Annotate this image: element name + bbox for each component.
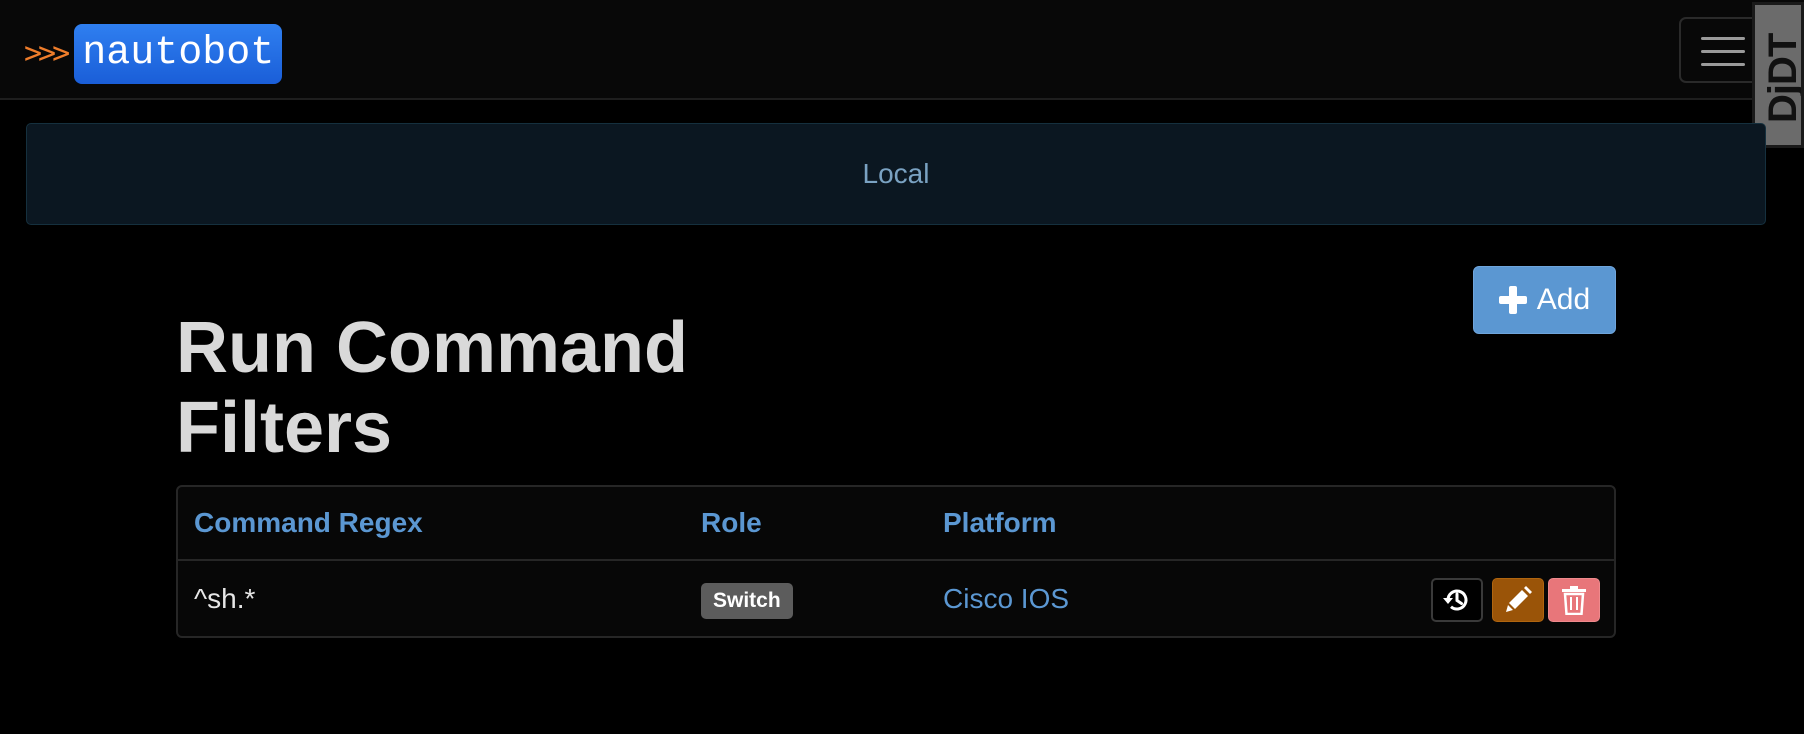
brand-logo: nautobot — [74, 24, 283, 84]
command-regex-cell: ^sh.* — [194, 583, 256, 614]
add-button[interactable]: Add — [1473, 266, 1616, 334]
run-command-filters-table: Command Regex Role Platform ^sh.* Switch… — [176, 485, 1616, 638]
platform-link[interactable]: Cisco IOS — [943, 583, 1069, 615]
add-button-label: Add — [1536, 283, 1591, 316]
top-navbar: >>> nautobot — [0, 0, 1804, 100]
history-icon — [1443, 589, 1468, 611]
environment-banner-text: Local — [862, 158, 930, 189]
column-header-command-regex[interactable]: Command Regex — [194, 507, 423, 539]
edit-button[interactable] — [1492, 578, 1544, 622]
environment-banner: Local — [26, 123, 1766, 225]
history-button[interactable] — [1431, 578, 1483, 622]
debug-toolbar-label: DjDT — [1761, 33, 1804, 123]
delete-button[interactable] — [1548, 578, 1600, 622]
plus-icon — [1498, 286, 1527, 314]
brand-link[interactable]: >>> nautobot — [24, 24, 283, 84]
page-title: Run Command Filters — [176, 308, 688, 468]
pencil-icon — [1506, 586, 1532, 612]
table-header: Command Regex Role Platform — [178, 487, 1614, 561]
column-header-role[interactable]: Role — [701, 507, 762, 539]
role-badge: Switch — [701, 583, 793, 619]
trash-icon — [1562, 586, 1586, 615]
brand-chevrons: >>> — [24, 36, 70, 71]
column-header-platform[interactable]: Platform — [943, 507, 1057, 539]
